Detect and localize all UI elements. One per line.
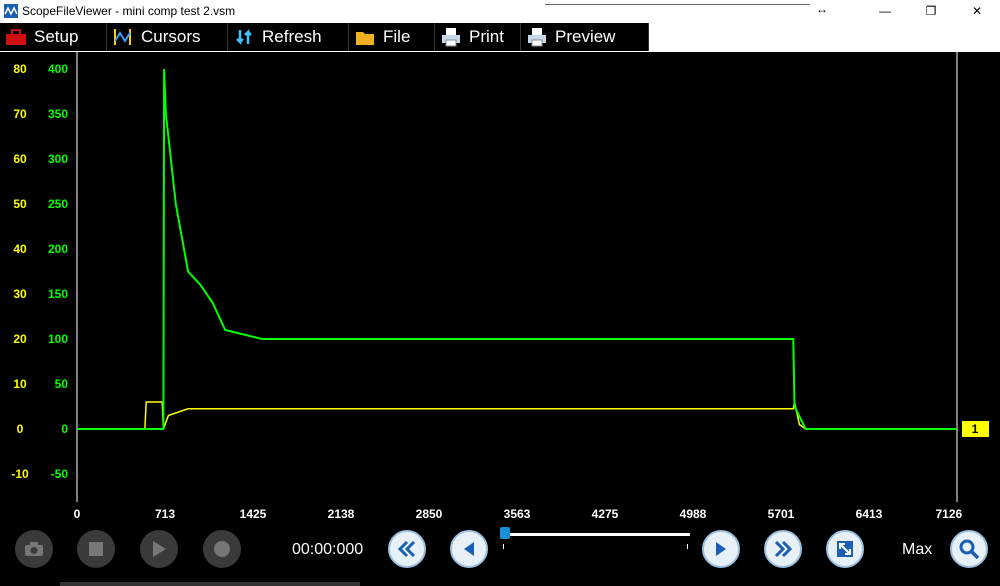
- x-tick-label: 3563: [503, 507, 531, 521]
- restore-button[interactable]: ❐: [908, 0, 954, 22]
- cursors-icon: [111, 26, 135, 48]
- trace-line: [77, 68, 957, 430]
- y-tick-label-green: 40: [13, 242, 27, 256]
- y-tick-label-green: -10: [11, 467, 29, 481]
- y-tick-label-green: 10: [13, 377, 27, 391]
- y-tick-label-green: 50: [13, 197, 27, 211]
- time-axis: 0 713 1425 2138 2850 3563 4275 4988 5701 6413 7126…: [0, 502, 1000, 535]
- camera-icon: [25, 542, 43, 556]
- double-chevron-right-icon: [774, 540, 793, 558]
- y-tick-label-green: 70: [13, 107, 27, 121]
- zoom-button[interactable]: [950, 530, 988, 568]
- file-button[interactable]: File: [349, 23, 435, 51]
- resize-icon: ↔: [816, 2, 828, 16]
- waveform-chart: 80 40070 35060 30050 25040 20030 15020 10010 500…: [11, 52, 989, 502]
- max-label: Max: [902, 541, 933, 558]
- print-preview-icon: [525, 26, 549, 48]
- title-bar: ScopeFileViewer - mini comp test 2.vsm ↔…: [0, 0, 1000, 22]
- snapshot-button[interactable]: [15, 530, 53, 568]
- y-tick-label-green: 60: [13, 152, 27, 166]
- x-tick-label: 1425: [239, 507, 267, 521]
- y-tick-label-yellow: 300: [48, 152, 68, 166]
- y-tick-label-green: 20: [13, 332, 27, 346]
- y-tick-label-green: 0: [17, 422, 24, 436]
- channel-marker-label: 1: [972, 422, 979, 436]
- play-icon: [153, 541, 166, 557]
- x-tick-label: 0: [73, 507, 81, 521]
- triangle-right-icon: [716, 542, 726, 556]
- toolbox-icon: [4, 26, 28, 48]
- window-title: ScopeFileViewer - mini comp test 2.vsm: [22, 4, 236, 18]
- position-slider-thumb[interactable]: [500, 527, 510, 539]
- y-tick-label-green: 30: [13, 287, 27, 301]
- y-tick-label-yellow: 400: [48, 62, 68, 76]
- x-tick-label: 4275: [591, 507, 619, 521]
- y-tick-label-yellow: -50: [51, 467, 69, 481]
- y-tick-label-yellow: 250: [48, 197, 68, 211]
- double-chevron-left-icon: [397, 540, 416, 558]
- print-button[interactable]: Print: [435, 23, 521, 51]
- y-tick-label-yellow: 350: [48, 107, 68, 121]
- scope-plot[interactable]: 80 400 70 350 60 300 50 250 40 200 30 150 20 100 10 50 0…: [0, 52, 1000, 502]
- record-icon: [214, 541, 230, 557]
- zoom-fit-button[interactable]: [826, 530, 864, 568]
- preview-button[interactable]: Preview: [521, 23, 649, 51]
- y-tick-label-yellow: 150: [48, 287, 68, 301]
- app-icon: [4, 4, 18, 18]
- setup-button[interactable]: Setup: [0, 23, 107, 51]
- y-tick-label-yellow: 0: [61, 422, 68, 436]
- play-button[interactable]: [140, 530, 178, 568]
- minimize-button[interactable]: —: [862, 0, 908, 22]
- status-strip: [60, 582, 360, 586]
- title-divider: [545, 4, 810, 5]
- expand-icon: [837, 541, 853, 557]
- rewind-button[interactable]: [388, 530, 426, 568]
- close-button[interactable]: ✕: [954, 0, 1000, 22]
- x-tick-label: 5701: [767, 507, 795, 521]
- triangle-left-icon: [464, 542, 474, 556]
- stop-button[interactable]: [77, 530, 115, 568]
- y-tick-label-yellow: 100: [48, 332, 68, 346]
- slider-tick-end: [687, 544, 688, 549]
- fast-forward-button[interactable]: [764, 530, 802, 568]
- y-tick-label-green: 80: [13, 62, 27, 76]
- playback-controls: 00:00:000 Max: [0, 522, 1000, 586]
- x-tick-label: 713: [154, 507, 176, 521]
- step-back-button[interactable]: [450, 530, 488, 568]
- cursors-button[interactable]: Cursors: [107, 23, 228, 51]
- x-tick-label: 2850: [415, 507, 443, 521]
- x-tick-label: 6413: [855, 507, 883, 521]
- position-slider-track[interactable]: [502, 533, 690, 536]
- y-tick-label-yellow: 50: [55, 377, 69, 391]
- step-forward-button[interactable]: [702, 530, 740, 568]
- refresh-button[interactable]: Refresh: [228, 23, 349, 51]
- trace-line: [77, 401, 957, 430]
- magnifier-icon: [959, 539, 980, 560]
- record-button[interactable]: [203, 530, 241, 568]
- time-readout: 00:00:000: [292, 541, 364, 558]
- folder-icon: [353, 26, 377, 48]
- x-tick-label: 4988: [679, 507, 707, 521]
- x-tick-label: 2138: [327, 507, 355, 521]
- slider-tick-start: [503, 544, 504, 549]
- refresh-icon: [232, 26, 256, 48]
- stop-icon: [89, 542, 103, 556]
- toolbar: Setup Cursors Refresh File Print Preview: [0, 22, 1000, 52]
- printer-icon: [439, 26, 463, 48]
- y-tick-label-yellow: 200: [48, 242, 68, 256]
